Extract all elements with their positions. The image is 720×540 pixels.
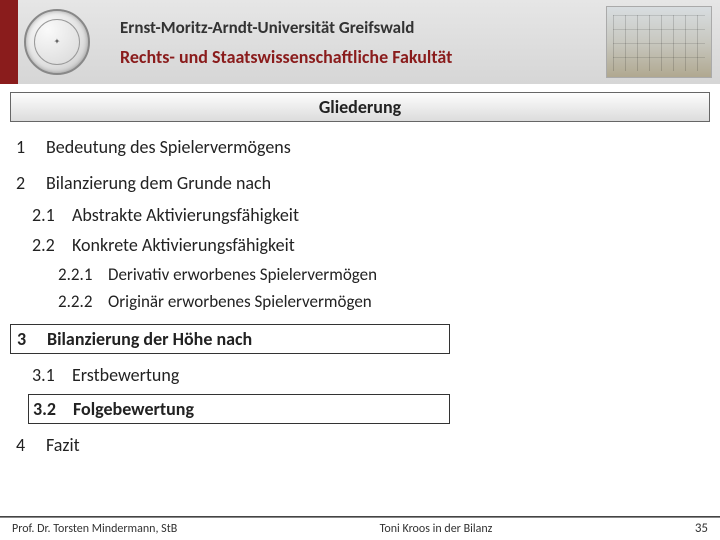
outline-item-2: 2 Bilanzierung dem Grunde nach	[10, 172, 710, 194]
outline-number: 2.2.1	[58, 264, 108, 285]
outline-item-2-1: 2.1 Abstrakte Aktivierungsfähigkeit	[10, 204, 710, 226]
outline-item-2-2-2: 2.2.2 Originär erworbenes Spielervermöge…	[10, 291, 710, 312]
outline-number: 3	[17, 328, 47, 350]
footer-topic: Toni Kroos in der Bilanz	[177, 522, 695, 536]
outline-number: 1	[16, 136, 46, 158]
outline-text: Fazit	[46, 434, 80, 456]
outline-text: Originär erworbenes Spielervermögen	[108, 291, 372, 312]
outline-text: Bedeutung des Spielervermögens	[46, 136, 291, 158]
outline-item-2-2-1: 2.2.1 Derivativ erworbenes Spielervermög…	[10, 264, 710, 285]
outline-number: 4	[16, 434, 46, 456]
outline-item-3-highlighted: 3 Bilanzierung der Höhe nach	[10, 324, 450, 354]
outline-item-3-2-highlighted: 3.2 Folgebewertung	[28, 394, 450, 424]
outline-text: Bilanzierung dem Grunde nach	[46, 172, 271, 194]
header-text-block: Ernst-Moritz-Arndt-Universität Greifswal…	[120, 17, 606, 68]
section-title-text: Gliederung	[319, 96, 401, 118]
outline-item-1: 1 Bedeutung des Spielervermögens	[10, 136, 710, 158]
outline-list: 1 Bedeutung des Spielervermögens 2 Bilan…	[10, 136, 710, 456]
outline-number: 2	[16, 172, 46, 194]
university-name: Ernst-Moritz-Arndt-Universität Greifswal…	[120, 17, 606, 38]
outline-text: Abstrakte Aktivierungsfähigkeit	[72, 204, 299, 226]
outline-text: Konkrete Aktivierungsfähigkeit	[72, 234, 295, 256]
outline-number: 2.2	[32, 234, 72, 256]
outline-number: 3.2	[33, 398, 73, 420]
slide-body: Gliederung 1 Bedeutung des Spielervermög…	[0, 84, 720, 456]
university-seal-icon: ✦	[24, 9, 90, 75]
section-title: Gliederung	[10, 92, 710, 122]
outline-text: Folgebewertung	[73, 398, 194, 420]
building-image-icon	[606, 6, 712, 78]
outline-item-4: 4 Fazit	[10, 434, 710, 456]
outline-text: Derivativ erworbenes Spielervermögen	[108, 264, 377, 285]
slide-footer: Prof. Dr. Torsten Mindermann, StB Toni K…	[0, 516, 720, 540]
faculty-name: Rechts- und Staatswissenschaftliche Faku…	[120, 46, 606, 68]
seal-placeholder: ✦	[54, 38, 61, 46]
outline-item-2-2: 2.2 Konkrete Aktivierungsfähigkeit	[10, 234, 710, 256]
outline-item-3-1: 3.1 Erstbewertung	[10, 364, 710, 386]
accent-bar	[0, 0, 18, 84]
slide-header: ✦ Ernst-Moritz-Arndt-Universität Greifsw…	[0, 0, 720, 84]
footer-page-number: 35	[695, 521, 708, 536]
footer-author: Prof. Dr. Torsten Mindermann, StB	[12, 522, 177, 536]
outline-number: 3.1	[32, 364, 72, 386]
outline-text: Erstbewertung	[72, 364, 179, 386]
outline-text: Bilanzierung der Höhe nach	[47, 328, 252, 350]
outline-number: 2.2.2	[58, 291, 108, 312]
outline-number: 2.1	[32, 204, 72, 226]
